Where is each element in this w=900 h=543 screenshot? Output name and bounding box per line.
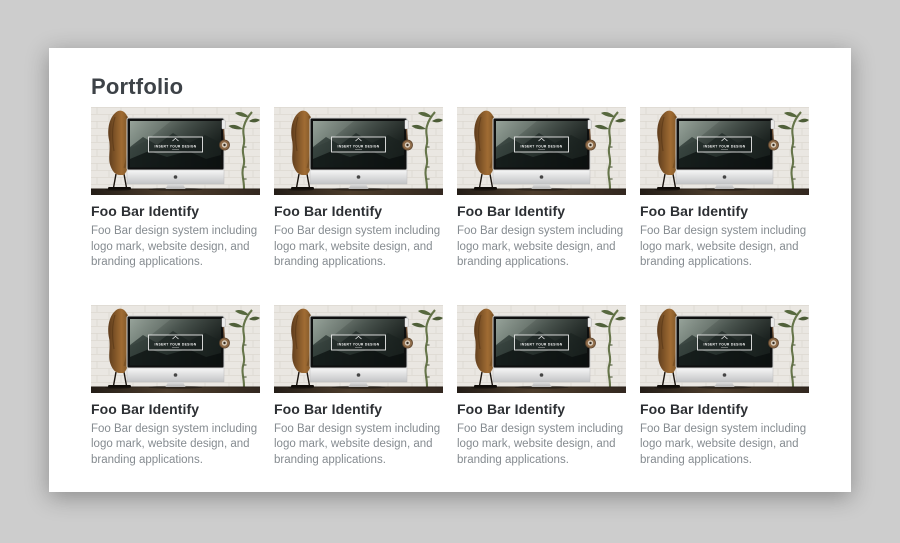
imac-on-desk-photo: INSERT YOUR DESIGN — [457, 107, 626, 195]
imac-chin — [493, 368, 590, 382]
screen-frame-box: INSERT YOUR DESIGN — [515, 137, 569, 152]
screen-frame-box: INSERT YOUR DESIGN — [149, 137, 203, 152]
apple-logo-icon — [723, 373, 727, 377]
imac: INSERT YOUR DESIGN — [127, 118, 224, 191]
screen-frame-box: INSERT YOUR DESIGN — [149, 335, 203, 350]
portfolio-card: INSERT YOUR DESIGN Fo — [274, 305, 443, 469]
portfolio-grid: INSERT YOUR DESIGN Fo — [91, 107, 809, 468]
imac-stand — [715, 184, 735, 189]
card-title: Foo Bar Identify — [91, 401, 260, 418]
apple-logo-icon — [174, 373, 178, 377]
imac-stand — [349, 184, 369, 189]
apple-logo-icon — [723, 175, 727, 179]
screen-subcaption-line — [721, 149, 728, 150]
portfolio-card: INSERT YOUR DESIGN Fo — [457, 107, 626, 271]
content-sheet: Portfolio — [49, 48, 851, 492]
imac-chin — [310, 368, 407, 382]
screen-label: INSERT YOUR DESIGN — [338, 145, 380, 149]
screen-frame-box: INSERT YOUR DESIGN — [332, 335, 386, 350]
imac-chin — [127, 170, 224, 184]
imac-stand — [532, 184, 552, 189]
card-description: Foo Bar design system including logo mar… — [457, 224, 626, 271]
screen-frame-box: INSERT YOUR DESIGN — [515, 335, 569, 350]
portfolio-thumbnail-link[interactable]: INSERT YOUR DESIGN — [91, 305, 260, 393]
imac-chin — [676, 170, 773, 184]
imac-stand — [349, 382, 369, 387]
apple-logo-icon — [540, 373, 544, 377]
screen-label: INSERT YOUR DESIGN — [155, 145, 197, 149]
apple-logo-icon — [540, 175, 544, 179]
card-title: Foo Bar Identify — [274, 203, 443, 220]
screen-label: INSERT YOUR DESIGN — [521, 145, 563, 149]
portfolio-thumbnail-link[interactable]: INSERT YOUR DESIGN — [457, 107, 626, 195]
screen-subcaption-line — [172, 347, 179, 348]
card-title: Foo Bar Identify — [91, 203, 260, 220]
screen-frame-box: INSERT YOUR DESIGN — [698, 137, 752, 152]
screen-label: INSERT YOUR DESIGN — [704, 145, 746, 149]
portfolio-thumbnail-link[interactable]: INSERT YOUR DESIGN — [91, 107, 260, 195]
apple-logo-icon — [174, 175, 178, 179]
screen-label: INSERT YOUR DESIGN — [338, 342, 380, 346]
imac: INSERT YOUR DESIGN — [493, 118, 590, 191]
screen-subcaption-line — [355, 149, 362, 150]
imac: INSERT YOUR DESIGN — [127, 316, 224, 389]
card-title: Foo Bar Identify — [457, 401, 626, 418]
portfolio-thumbnail-link[interactable]: INSERT YOUR DESIGN — [640, 107, 809, 195]
imac-on-desk-photo: INSERT YOUR DESIGN — [640, 107, 809, 195]
screen-subcaption-line — [172, 149, 179, 150]
imac-stand — [166, 184, 186, 189]
imac-chin — [676, 368, 773, 382]
imac-stand — [715, 382, 735, 387]
card-title: Foo Bar Identify — [457, 203, 626, 220]
imac: INSERT YOUR DESIGN — [310, 316, 407, 389]
portfolio-card: INSERT YOUR DESIGN Fo — [640, 305, 809, 469]
card-description: Foo Bar design system including logo mar… — [274, 422, 443, 469]
imac-stand — [532, 382, 552, 387]
imac-on-desk-photo: INSERT YOUR DESIGN — [640, 305, 809, 393]
apple-logo-icon — [357, 373, 361, 377]
imac-chin — [127, 368, 224, 382]
screen-subcaption-line — [721, 347, 728, 348]
card-title: Foo Bar Identify — [274, 401, 443, 418]
imac: INSERT YOUR DESIGN — [310, 118, 407, 191]
screen-frame-box: INSERT YOUR DESIGN — [698, 335, 752, 350]
card-description: Foo Bar design system including logo mar… — [640, 422, 809, 469]
imac: INSERT YOUR DESIGN — [676, 316, 773, 389]
portfolio-thumbnail-link[interactable]: INSERT YOUR DESIGN — [274, 305, 443, 393]
screen-frame-box: INSERT YOUR DESIGN — [332, 137, 386, 152]
screen-subcaption-line — [538, 149, 545, 150]
screen-label: INSERT YOUR DESIGN — [155, 342, 197, 346]
screen-label: INSERT YOUR DESIGN — [521, 342, 563, 346]
card-description: Foo Bar design system including logo mar… — [91, 224, 260, 271]
portfolio-thumbnail-link[interactable]: INSERT YOUR DESIGN — [640, 305, 809, 393]
portfolio-card: INSERT YOUR DESIGN Fo — [640, 107, 809, 271]
imac: INSERT YOUR DESIGN — [676, 118, 773, 191]
screen-subcaption-line — [355, 347, 362, 348]
imac-on-desk-photo: INSERT YOUR DESIGN — [457, 305, 626, 393]
imac-chin — [310, 170, 407, 184]
imac-stand — [166, 382, 186, 387]
imac-on-desk-photo: INSERT YOUR DESIGN — [91, 107, 260, 195]
imac-chin — [493, 170, 590, 184]
page-title: Portfolio — [91, 74, 809, 100]
imac-on-desk-photo: INSERT YOUR DESIGN — [274, 305, 443, 393]
portfolio-card: INSERT YOUR DESIGN Fo — [91, 107, 260, 271]
imac-on-desk-photo: INSERT YOUR DESIGN — [274, 107, 443, 195]
portfolio-card: INSERT YOUR DESIGN Fo — [457, 305, 626, 469]
portfolio-thumbnail-link[interactable]: INSERT YOUR DESIGN — [274, 107, 443, 195]
card-title: Foo Bar Identify — [640, 401, 809, 418]
screen-label: INSERT YOUR DESIGN — [704, 342, 746, 346]
apple-logo-icon — [357, 175, 361, 179]
card-title: Foo Bar Identify — [640, 203, 809, 220]
portfolio-card: INSERT YOUR DESIGN Fo — [91, 305, 260, 469]
card-description: Foo Bar design system including logo mar… — [274, 224, 443, 271]
portfolio-thumbnail-link[interactable]: INSERT YOUR DESIGN — [457, 305, 626, 393]
portfolio-card: INSERT YOUR DESIGN Fo — [274, 107, 443, 271]
card-description: Foo Bar design system including logo mar… — [640, 224, 809, 271]
imac: INSERT YOUR DESIGN — [493, 316, 590, 389]
card-description: Foo Bar design system including logo mar… — [457, 422, 626, 469]
imac-on-desk-photo: INSERT YOUR DESIGN — [91, 305, 260, 393]
card-description: Foo Bar design system including logo mar… — [91, 422, 260, 469]
screen-subcaption-line — [538, 347, 545, 348]
